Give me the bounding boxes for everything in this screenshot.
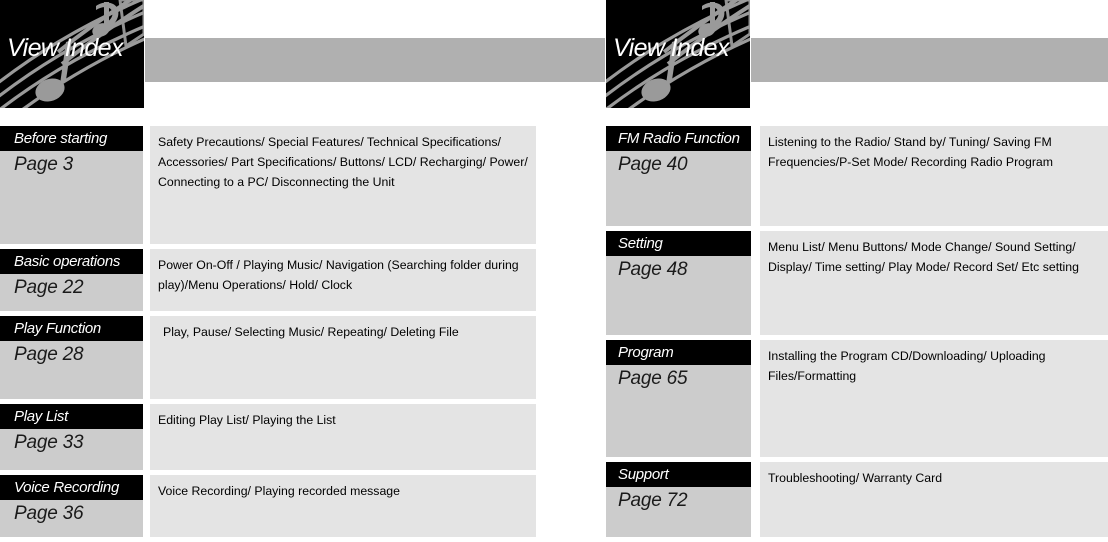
- panel-header: View Index: [0, 0, 605, 120]
- logo-title: View Index: [613, 34, 729, 62]
- index-row-content: Editing Play List/ Playing the List: [150, 404, 536, 470]
- index-row-title: Before starting: [0, 126, 143, 151]
- index-row-title: Support: [606, 462, 751, 487]
- index-row[interactable]: FM Radio Function Page 40 Listening to the…: [606, 126, 1108, 226]
- index-row-title: Basic operations: [0, 249, 143, 274]
- index-row-label: Setting Page 48: [606, 231, 751, 335]
- index-row[interactable]: Play Function Page 28 Play, Pause/ Selecti…: [0, 316, 540, 399]
- index-row-label: Support Page 72: [606, 462, 751, 537]
- index-row[interactable]: Support Page 72 Troubleshooting/ Warranty …: [606, 462, 1108, 537]
- header-gray-bar: [751, 38, 1108, 82]
- index-row-content: Menu List/ Menu Buttons/ Mode Change/ So…: [760, 231, 1108, 335]
- index-row-page-number: Page 72: [618, 490, 688, 511]
- index-row[interactable]: Voice Recording Page 36 Voice Recording/ P…: [0, 475, 540, 537]
- index-row-content: Power On-Off / Playing Music/ Navigation…: [150, 249, 536, 311]
- index-row-page-number: Page 40: [618, 154, 688, 175]
- index-row-title: Program: [606, 340, 751, 365]
- header-gray-bar: [145, 38, 605, 82]
- index-panel-left: View Index Before starting Page 3 Safety P…: [0, 0, 605, 537]
- index-row-title: FM Radio Function: [606, 126, 751, 151]
- index-row-title: Play Function: [0, 316, 143, 341]
- index-row-title: Voice Recording: [0, 475, 143, 500]
- index-row[interactable]: Program Page 65 Installing the Program CD/…: [606, 340, 1108, 457]
- index-row-label: Play List Page 33: [0, 404, 143, 470]
- index-row-page-number: Page 3: [14, 154, 74, 175]
- index-row-content: Play, Pause/ Selecting Music/ Repeating/…: [150, 316, 536, 399]
- index-row[interactable]: Before starting Page 3 Safety Precautions/…: [0, 126, 540, 244]
- view-index-logo: View Index: [0, 0, 144, 108]
- index-row-label: FM Radio Function Page 40: [606, 126, 751, 226]
- index-row-label: Play Function Page 28: [0, 316, 143, 399]
- index-row[interactable]: Basic operations Page 22 Power On-Off / Pl…: [0, 249, 540, 311]
- index-row-list-left: Before starting Page 3 Safety Precautions/…: [0, 126, 540, 542]
- index-row-content: Safety Precautions/ Special Features/ Te…: [150, 126, 536, 244]
- index-row[interactable]: Setting Page 48 Menu List/ Menu Buttons/ M…: [606, 231, 1108, 335]
- index-row-label: Before starting Page 3: [0, 126, 143, 244]
- view-index-page: View Index Before starting Page 3 Safety P…: [0, 0, 1108, 541]
- index-row-page-number: Page 33: [14, 432, 84, 453]
- index-row-page-number: Page 65: [618, 368, 688, 389]
- index-row-content: Voice Recording/ Playing recorded messag…: [150, 475, 536, 537]
- panel-header: View Index: [606, 0, 1108, 120]
- index-row-label: Basic operations Page 22: [0, 249, 143, 311]
- logo-title: View Index: [7, 34, 123, 62]
- index-row-list-right: FM Radio Function Page 40 Listening to the…: [606, 126, 1108, 542]
- index-row-content: Troubleshooting/ Warranty Card: [760, 462, 1108, 537]
- index-row-label: Voice Recording Page 36: [0, 475, 143, 537]
- index-row-page-number: Page 48: [618, 259, 688, 280]
- index-row-title: Play List: [0, 404, 143, 429]
- index-row-label: Program Page 65: [606, 340, 751, 457]
- index-row-title: Setting: [606, 231, 751, 256]
- index-row-page-number: Page 36: [14, 503, 84, 524]
- index-row-page-number: Page 22: [14, 277, 84, 298]
- index-row-page-number: Page 28: [14, 344, 84, 365]
- view-index-logo: View Index: [606, 0, 750, 108]
- index-row-content: Installing the Program CD/Downloading/ U…: [760, 340, 1108, 457]
- index-panel-right: View Index FM Radio Function Page 40 Liste…: [606, 0, 1108, 537]
- index-row-content: Listening to the Radio/ Stand by/ Tuning…: [760, 126, 1108, 226]
- index-row[interactable]: Play List Page 33 Editing Play List/ Playi…: [0, 404, 540, 470]
